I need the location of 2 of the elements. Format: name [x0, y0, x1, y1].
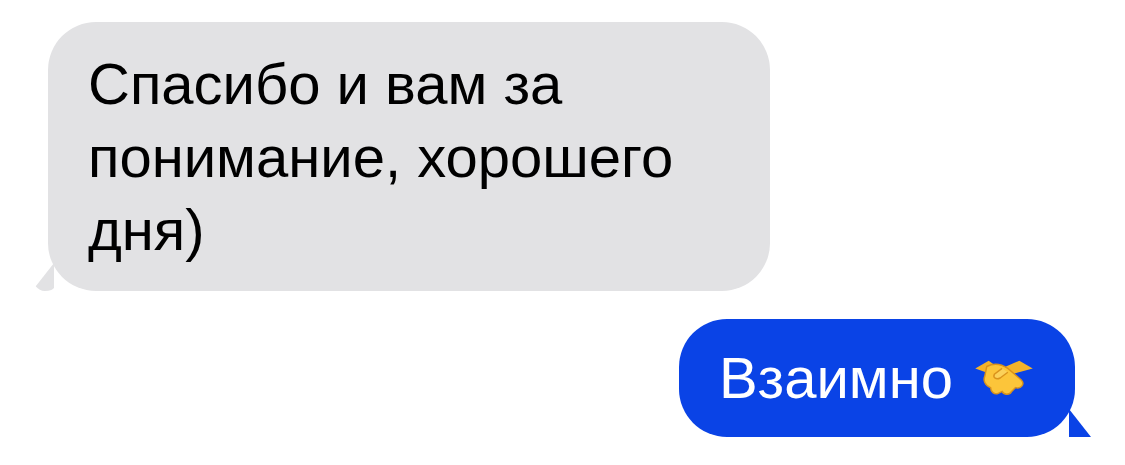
message-text: Взаимно: [718, 344, 953, 412]
message-text: Спасибо и вам за понимание, хорошего дня): [88, 50, 675, 264]
